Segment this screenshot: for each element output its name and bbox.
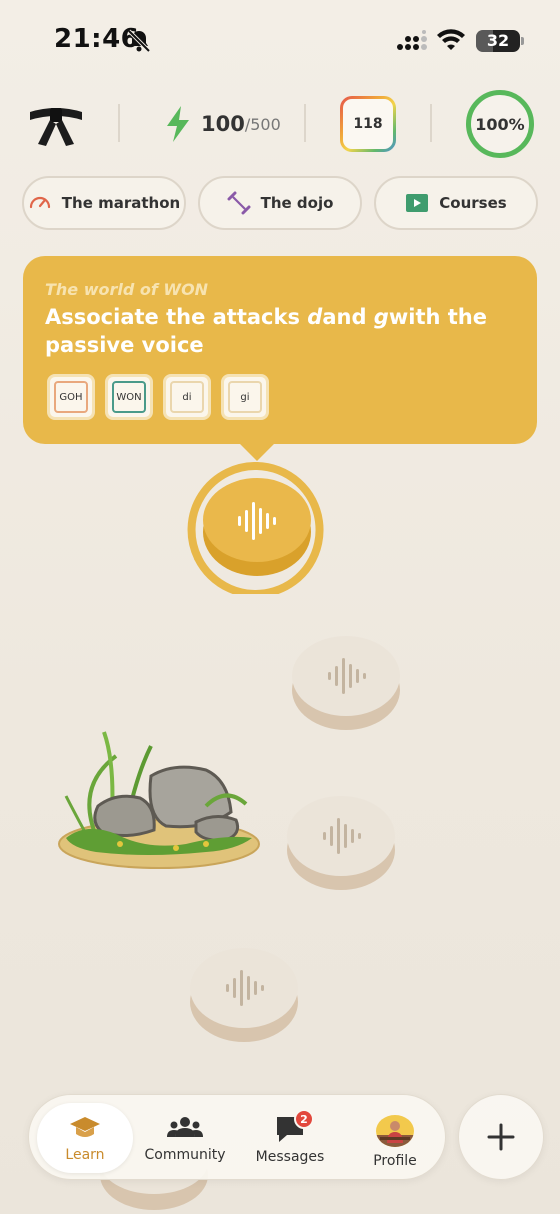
chip-gi[interactable]: gi	[221, 374, 269, 420]
chip-goh[interactable]: GOH	[47, 374, 95, 420]
add-button[interactable]	[458, 1094, 544, 1180]
locked-lesson-node[interactable]	[190, 948, 298, 1044]
bell-off-icon	[127, 29, 151, 53]
chip-won[interactable]: WON	[105, 374, 153, 420]
nav-label: Learn	[65, 1147, 105, 1163]
streak-value: 118	[343, 99, 393, 149]
chip-label: gi	[240, 391, 250, 403]
lesson-title-d: d	[307, 305, 323, 329]
lesson-title-part: and	[322, 305, 374, 329]
dojo-button[interactable]: The dojo	[198, 176, 362, 230]
nav-community[interactable]: Community	[137, 1103, 233, 1173]
nav-messages[interactable]: 2 Messages	[242, 1103, 338, 1173]
energy-value: 100	[201, 112, 245, 136]
chip-label: GOH	[59, 391, 83, 403]
locked-lesson-node[interactable]	[287, 796, 395, 892]
black-belt-icon[interactable]	[26, 100, 86, 148]
marathon-button[interactable]: The marathon	[22, 176, 186, 230]
pill-label: The dojo	[260, 194, 334, 212]
chip-label: WON	[116, 391, 142, 403]
avatar	[376, 1115, 414, 1147]
lightning-icon	[167, 106, 189, 142]
sound-wave-icon	[323, 818, 361, 854]
mode-pills: The marathon The dojo Courses	[22, 176, 538, 232]
locked-lesson-node[interactable]	[292, 636, 400, 732]
bottom-navigation: Learn Community 2 Messages Profile	[28, 1094, 446, 1180]
lesson-world: The world of WON	[45, 280, 209, 299]
lesson-chips: GOH WON di gi	[47, 374, 269, 420]
divider	[118, 104, 120, 142]
dumbbell-icon	[227, 191, 251, 215]
play-icon	[406, 194, 429, 212]
energy-counter[interactable]: 100 /500	[165, 102, 281, 146]
active-lesson-node[interactable]	[186, 462, 328, 594]
lesson-title-g: g	[373, 305, 389, 329]
nav-label: Community	[144, 1147, 226, 1163]
chip-di[interactable]: di	[163, 374, 211, 420]
plus-icon	[487, 1123, 515, 1151]
stats-bar: 100 /500 118 100%	[0, 90, 560, 160]
sound-wave-icon	[226, 970, 264, 1006]
divider	[304, 104, 306, 142]
divider	[430, 104, 432, 142]
nav-profile[interactable]: Profile	[347, 1103, 443, 1173]
speedometer-icon	[29, 196, 50, 209]
battery-icon: 32	[476, 30, 524, 52]
lesson-tooltip[interactable]: The world of WON Associate the attacks d…	[23, 256, 537, 444]
graduation-cap-icon	[70, 1117, 100, 1137]
lesson-title-part: Associate the attacks	[45, 305, 308, 329]
sound-wave-icon	[328, 658, 366, 694]
people-icon	[167, 1117, 203, 1137]
lesson-title: Associate the attacks dand gwith the pas…	[45, 303, 495, 359]
streak-card[interactable]: 118	[340, 96, 396, 152]
nav-label: Messages	[255, 1149, 325, 1165]
pill-label: Courses	[439, 194, 507, 212]
nav-label: Profile	[373, 1153, 417, 1169]
messages-badge: 2	[294, 1109, 314, 1129]
status-bar: 21:46 32	[0, 0, 560, 80]
courses-button[interactable]: Courses	[374, 176, 538, 230]
chip-label: di	[182, 391, 192, 403]
rock-grass-decoration	[58, 731, 260, 869]
wifi-icon	[437, 29, 465, 50]
signal-icon	[397, 30, 427, 50]
nav-learn[interactable]: Learn	[37, 1103, 133, 1173]
pill-label: The marathon	[61, 194, 181, 212]
energy-max: /500	[244, 114, 281, 134]
progress-ring[interactable]: 100%	[466, 90, 534, 158]
